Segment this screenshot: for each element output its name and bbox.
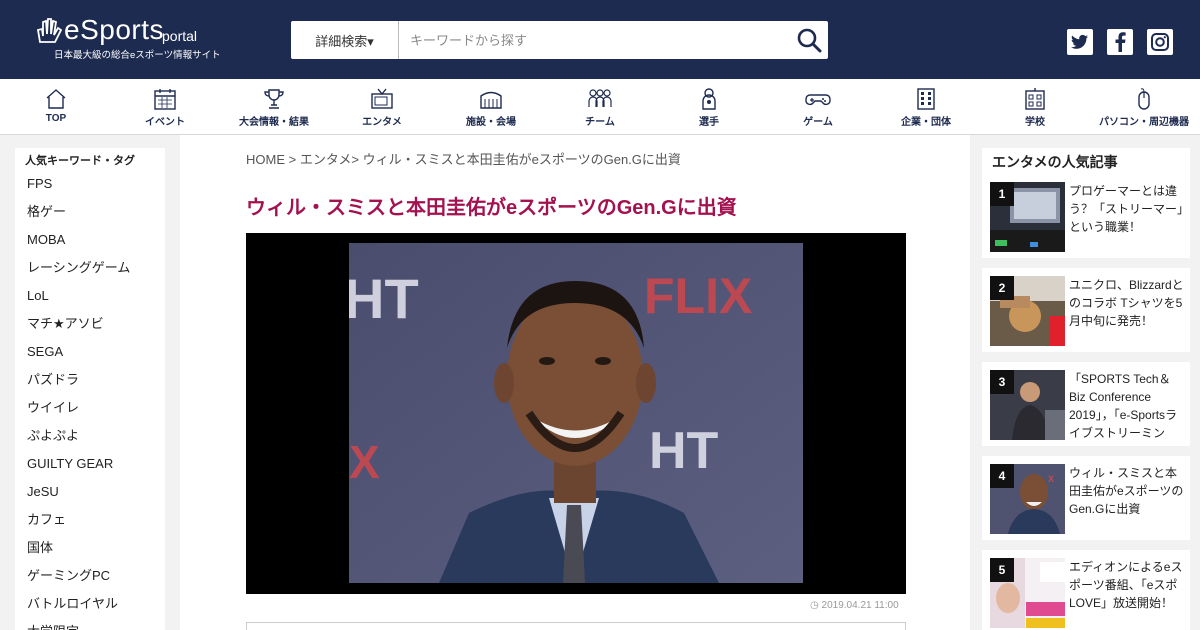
article-title: ウィル・スミスと本田圭佑がeスポーツのGen.Gに出資	[246, 197, 737, 219]
popular-article-text: エディオンによるeスポーツ番組、「eスポLOVE」放送開始！	[1069, 560, 1183, 610]
keyword-link[interactable]: カフェ	[15, 510, 165, 538]
popular-articles-sidebar: エンタメの人気記事 1 プロゲーマーとは違う？「ストリーマー」という職業！ 2 …	[982, 148, 1190, 630]
nav-label: 施設・会場	[466, 117, 516, 128]
nav-item-game[interactable]: ゲーム	[763, 87, 873, 128]
nav-label: イベント	[145, 117, 185, 128]
keyword-link[interactable]: ゲーミングPC	[15, 566, 165, 594]
keyword-link[interactable]: MOBA	[15, 230, 165, 258]
rank-number: 2	[990, 276, 1014, 300]
building-icon	[480, 91, 502, 109]
keyword-link[interactable]: レーシングゲーム	[15, 258, 165, 286]
nav-label: 企業・団体	[901, 117, 951, 128]
keyword-link[interactable]: ぷよぷよ	[15, 426, 165, 454]
nav-item-facility[interactable]: 施設・会場	[436, 87, 546, 128]
popular-article-text: ユニクロ、Blizzardとのコラボ Tシャツを5月中旬に発売！	[1069, 278, 1184, 328]
keyword-link[interactable]: 大学限定	[15, 622, 165, 630]
keyword-link[interactable]: マチ★アソビ	[15, 314, 165, 342]
nav-label: チーム	[585, 117, 615, 128]
nav-item-team[interactable]: チーム	[545, 87, 655, 128]
keyword-link[interactable]: 国体	[15, 538, 165, 566]
nav-item-top[interactable]: TOP	[1, 87, 111, 124]
popular-article-card[interactable]: 2 ユニクロ、Blizzardとのコラボ Tシャツを5月中旬に発売！	[982, 268, 1190, 352]
nav-label: 大会情報・結果	[239, 117, 309, 128]
school-icon	[1025, 88, 1045, 110]
keyword-link[interactable]: JeSU	[15, 482, 165, 510]
article-body-box	[246, 622, 906, 630]
svg-text:HT: HT	[649, 422, 719, 480]
breadcrumb[interactable]: HOME > エンタメ> ウィル・スミスと本田圭佑がeスポーツのGen.Gに出資	[246, 149, 681, 168]
popular-article-text: 「SPORTS Tech＆Biz Conference 2019」，「e-Spo…	[1069, 372, 1178, 440]
svg-text:X: X	[1048, 474, 1054, 484]
svg-text:FLIX: FLIX	[644, 268, 752, 324]
logo-text: eSports	[64, 14, 164, 45]
keyword-link[interactable]: 格ゲー	[15, 202, 165, 230]
facebook-icon[interactable]	[1107, 29, 1133, 55]
search-input[interactable]	[400, 21, 790, 59]
keyword-link[interactable]: パズドラ	[15, 370, 165, 398]
nav-item-school[interactable]: 学校	[980, 87, 1090, 128]
keyword-sidebar-title: 人気キーワード・タグ	[25, 155, 135, 167]
popular-article-card[interactable]: 1 プロゲーマーとは違う？「ストリーマー」という職業！	[982, 174, 1190, 258]
keyword-sidebar: 人気キーワード・タグ FPS 格ゲー MOBA レーシングゲーム LoL マチ★…	[15, 148, 165, 630]
nav-item-tournament[interactable]: 大会情報・結果	[219, 87, 329, 128]
article-date: ◷ 2019.04.21 11:00	[810, 600, 899, 611]
article-hero-image: HT FLIX X HT	[246, 233, 906, 594]
nav-label: ゲーム	[803, 117, 833, 128]
rank-number: 5	[990, 558, 1014, 582]
logo-subtext: portal	[162, 28, 198, 44]
popular-article-card[interactable]: 5 エディオンによるeスポーツ番組、「eスポLOVE」放送開始！	[982, 550, 1190, 630]
search-bar: 詳細検索▾	[291, 21, 828, 59]
house-icon	[46, 89, 66, 109]
trophy-icon	[264, 89, 284, 109]
mouse-icon	[1138, 88, 1150, 110]
twitter-icon[interactable]	[1067, 29, 1093, 55]
site-header: eSports portal 日本最大級の総合eスポーツ情報サイト 詳細検索▾	[0, 0, 1200, 79]
gamepad-icon	[805, 94, 831, 106]
keyword-link[interactable]: バトルロイヤル	[15, 594, 165, 622]
popular-article-text: ウィル・スミスと本田圭佑がeスポーツのGen.Gに出資	[1069, 466, 1184, 516]
office-icon	[917, 88, 935, 110]
svg-text:X: X	[349, 436, 380, 488]
calendar-icon	[154, 89, 176, 110]
nav-label: エンタメ	[362, 117, 402, 128]
nav-item-player[interactable]: 選手	[654, 87, 764, 128]
article-main: HOME > エンタメ> ウィル・スミスと本田圭佑がeスポーツのGen.Gに出資…	[180, 135, 970, 630]
site-logo[interactable]: eSports portal 日本最大級の総合eスポーツ情報サイト	[34, 14, 244, 64]
clock-icon: ◷	[810, 600, 819, 611]
nav-item-event[interactable]: イベント	[110, 87, 220, 128]
nav-item-pc[interactable]: パソコン・周辺機器	[1089, 87, 1199, 128]
rank-number: 1	[990, 182, 1014, 206]
keyword-link[interactable]: LoL	[15, 286, 165, 314]
nav-label: 学校	[1025, 117, 1045, 128]
search-icon[interactable]	[796, 27, 822, 53]
popular-article-text: プロゲーマーとは違う？「ストリーマー」という職業！	[1069, 184, 1184, 234]
advanced-search-button[interactable]: 詳細検索▾	[291, 21, 399, 59]
article-date-text: 2019.04.21 11:00	[821, 600, 899, 611]
nav-item-entertainment[interactable]: エンタメ	[327, 87, 437, 128]
nav-label: TOP	[45, 113, 67, 124]
logo-hand-icon	[36, 18, 63, 43]
rank-number: 3	[990, 370, 1014, 394]
team-icon	[588, 89, 612, 107]
category-nav: TOP イベント 大会情報・結果 エンタメ 施設・会場 チーム 選手 ゲーム 企…	[0, 79, 1200, 135]
player-icon	[702, 88, 716, 110]
nav-label: パソコン・周辺機器	[1099, 117, 1189, 128]
keyword-link[interactable]: SEGA	[15, 342, 165, 370]
svg-text:HT: HT	[349, 267, 419, 330]
popular-articles-title: エンタメの人気記事	[982, 148, 1190, 174]
tv-icon	[371, 88, 393, 109]
keyword-link[interactable]: ウイイレ	[15, 398, 165, 426]
popular-article-card[interactable]: 3 「SPORTS Tech＆Biz Conference 2019」，「e-S…	[982, 362, 1190, 446]
instagram-icon[interactable]	[1147, 29, 1173, 55]
popular-article-card[interactable]: 4 X ウィル・スミスと本田圭佑がeスポーツのGen.Gに出資	[982, 456, 1190, 540]
keyword-link[interactable]: FPS	[15, 174, 165, 202]
rank-number: 4	[990, 464, 1014, 488]
portrait-photo: HT FLIX X HT	[349, 243, 803, 583]
nav-item-company[interactable]: 企業・団体	[871, 87, 981, 128]
keyword-link[interactable]: GUILTY GEAR	[15, 454, 165, 482]
logo-tagline: 日本最大級の総合eスポーツ情報サイト	[54, 50, 221, 61]
nav-label: 選手	[699, 117, 719, 128]
